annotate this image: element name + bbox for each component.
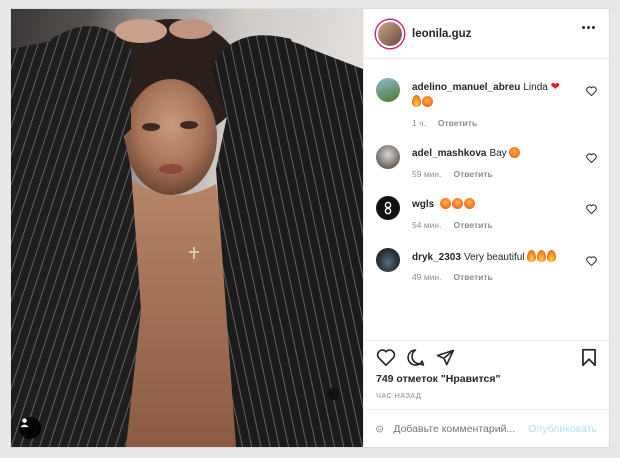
- photo-illustration: [11, 19, 363, 447]
- fire-emoji: [547, 250, 557, 262]
- post-photo[interactable]: [11, 9, 363, 447]
- reply-button[interactable]: Ответить: [453, 272, 492, 282]
- heart-eyes-emoji: [440, 198, 452, 209]
- share-icon[interactable]: [436, 348, 455, 367]
- post-side-panel: leonila.guz adelino_manuel_abreu Linda ❤ …: [363, 9, 609, 447]
- post-timestamp[interactable]: ЧАС НАЗАД: [376, 391, 421, 400]
- reply-button[interactable]: Ответить: [453, 169, 492, 179]
- comment-time: 54 мин.: [412, 220, 442, 230]
- comment-item: wgls 54 мин. Ответить: [376, 196, 597, 246]
- red-heart-emoji: ❤: [550, 81, 560, 93]
- heart-eyes-emoji: [452, 198, 464, 209]
- like-comment-icon[interactable]: [586, 153, 597, 163]
- wgls-logo-icon: [384, 201, 392, 215]
- comment-text: wgls: [412, 198, 573, 212]
- comment-text: dryk_2303 Very beautiful: [412, 250, 573, 265]
- like-comment-icon[interactable]: [586, 86, 597, 96]
- fire-emoji: [412, 95, 421, 107]
- comment-time: 59 мин.: [412, 169, 442, 179]
- like-comment-icon[interactable]: [586, 204, 597, 214]
- comment-text: adelino_manuel_abreu Linda ❤: [412, 80, 573, 110]
- commenter-username[interactable]: dryk_2303: [412, 252, 461, 263]
- heart-eyes-emoji: [509, 147, 521, 158]
- post-actions: [364, 340, 609, 376]
- post-card: leonila.guz adelino_manuel_abreu Linda ❤ …: [10, 8, 610, 448]
- heart-eyes-emoji: [464, 198, 476, 209]
- publish-button[interactable]: Опубликовать: [528, 423, 597, 435]
- fire-emoji: [537, 250, 547, 262]
- emoji-icon[interactable]: [376, 420, 383, 438]
- comment-text: adel_mashkova Вау: [412, 147, 573, 161]
- commenter-username[interactable]: adel_mashkova: [412, 148, 487, 159]
- comment-message: Linda: [523, 82, 548, 93]
- commenter-avatar[interactable]: [376, 248, 400, 272]
- likes-count[interactable]: 749 отметок "Нравится": [376, 373, 500, 385]
- comment-meta: 54 мин. Ответить: [412, 220, 493, 230]
- more-options-icon[interactable]: [582, 26, 595, 29]
- user-icon: [20, 418, 29, 428]
- comment-time: 1 ч.: [412, 118, 426, 128]
- comment-message: Вау: [489, 148, 507, 159]
- post-header: leonila.guz: [364, 9, 609, 59]
- commenter-avatar[interactable]: [376, 145, 400, 169]
- comment-input[interactable]: [393, 422, 529, 435]
- author-avatar[interactable]: [376, 19, 404, 48]
- comment-icon[interactable]: [406, 348, 425, 367]
- commenter-avatar[interactable]: [376, 196, 400, 220]
- comment-message: Very beautiful: [463, 252, 525, 263]
- comment-meta: 49 мин. Ответить: [412, 272, 493, 282]
- reply-button[interactable]: Ответить: [438, 118, 477, 128]
- tagged-user-button[interactable]: [19, 417, 41, 439]
- comment-composer: Опубликовать: [364, 409, 609, 447]
- reply-button[interactable]: Ответить: [453, 220, 492, 230]
- comment-meta: 1 ч. Ответить: [412, 118, 477, 128]
- like-comment-icon[interactable]: [586, 256, 597, 266]
- comments-list: adelino_manuel_abreu Linda ❤ 1 ч. Ответить…: [364, 60, 609, 340]
- comment-meta: 59 мин. Ответить: [412, 169, 493, 179]
- commenter-username[interactable]: adelino_manuel_abreu: [412, 82, 520, 93]
- like-icon[interactable]: [376, 348, 396, 366]
- comment-item: dryk_2303 Very beautiful 49 мин. Ответить: [376, 248, 597, 298]
- comment-item: adelino_manuel_abreu Linda ❤ 1 ч. Ответить: [376, 78, 597, 128]
- save-bookmark-icon[interactable]: [581, 348, 597, 367]
- heart-eyes-emoji: [422, 96, 433, 107]
- comment-time: 49 мин.: [412, 272, 442, 282]
- fire-emoji: [527, 250, 537, 262]
- commenter-username[interactable]: wgls: [412, 199, 434, 210]
- commenter-avatar[interactable]: [376, 78, 400, 102]
- author-username[interactable]: leonila.guz: [412, 28, 471, 40]
- comment-item: adel_mashkova Вау 59 мин. Ответить: [376, 145, 597, 195]
